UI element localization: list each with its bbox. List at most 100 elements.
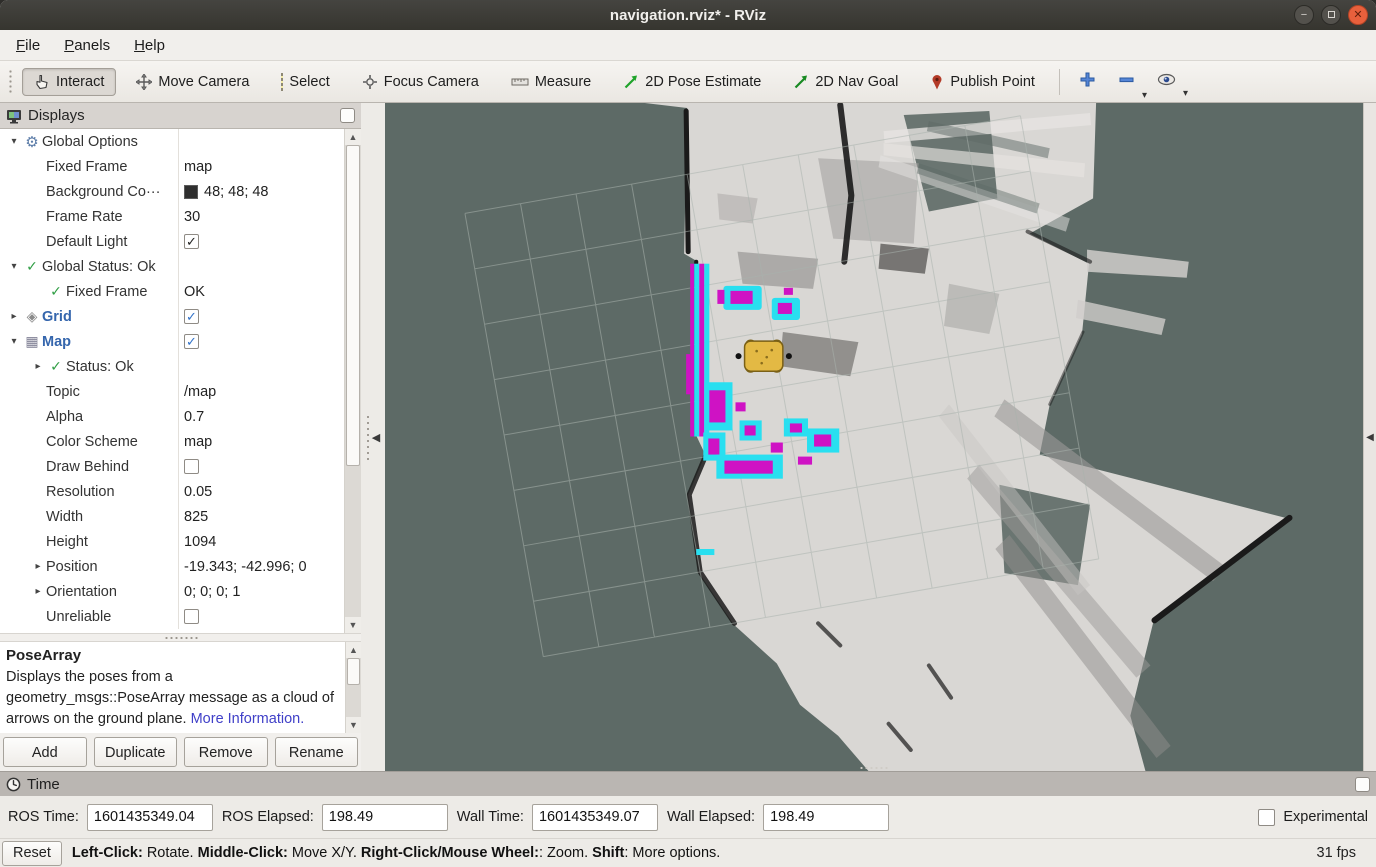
menu-item-panels[interactable]: Panels xyxy=(54,33,120,58)
tool-zoom-in[interactable] xyxy=(1071,67,1104,97)
tool-move-camera[interactable]: Move Camera xyxy=(124,68,261,96)
tree-row-fixed-frame[interactable]: Fixed Framemap xyxy=(0,154,344,179)
property-value-cell[interactable] xyxy=(178,604,344,629)
tree-row-position[interactable]: ▸Position-19.343; -42.996; 0 xyxy=(0,554,344,579)
checkbox-checked[interactable]: ✓ xyxy=(184,309,199,324)
tool-2d-nav-goal[interactable]: 2D Nav Goal xyxy=(781,68,910,96)
desc-scrollbar-thumb[interactable] xyxy=(347,658,360,685)
property-value-cell[interactable]: ✓ xyxy=(178,304,344,329)
tool-publish-point[interactable]: Publish Point xyxy=(918,68,1047,96)
tool-select[interactable]: Select xyxy=(269,68,341,96)
desc-scrollbar-track[interactable] xyxy=(346,658,361,717)
tool-measure[interactable]: Measure xyxy=(499,68,603,96)
property-value-cell[interactable]: 1094 xyxy=(178,529,344,554)
3d-viewport[interactable] xyxy=(385,103,1363,771)
tool-zoom-out[interactable]: ▾ xyxy=(1110,67,1143,97)
property-value-cell[interactable]: 0; 0; 0; 1 xyxy=(178,579,344,604)
property-value-cell[interactable]: 30 xyxy=(178,204,344,229)
property-value-cell[interactable]: OK xyxy=(178,279,344,304)
wall-time-input[interactable] xyxy=(532,804,658,831)
tool-camera-type[interactable]: ▾ xyxy=(1149,69,1184,95)
checkbox-checked[interactable]: ✓ xyxy=(184,234,199,249)
tree-row-resolution[interactable]: Resolution0.05 xyxy=(0,479,344,504)
tree-row-fixed-frame[interactable]: ✓Fixed FrameOK xyxy=(0,279,344,304)
tool-interact[interactable]: Interact xyxy=(22,68,116,96)
property-value-cell[interactable] xyxy=(178,129,344,154)
tree-row-grid[interactable]: ▸◈Grid✓ xyxy=(0,304,344,329)
expander-open-icon[interactable]: ▾ xyxy=(6,261,22,272)
menu-item-help[interactable]: Help xyxy=(124,33,175,58)
add-button[interactable]: Add xyxy=(3,737,87,767)
desc-scroll-up-icon[interactable]: ▲ xyxy=(346,642,361,658)
tree-row-width[interactable]: Width825 xyxy=(0,504,344,529)
property-value-cell[interactable]: -19.343; -42.996; 0 xyxy=(178,554,344,579)
tree-row-global-options[interactable]: ▾⚙Global Options xyxy=(0,129,344,154)
experimental-checkbox[interactable] xyxy=(1258,809,1275,826)
toolbar-drag-handle[interactable] xyxy=(8,69,14,95)
expander-closed-icon[interactable]: ▸ xyxy=(6,311,22,322)
property-value-cell[interactable]: 48; 48; 48 xyxy=(178,179,344,204)
description-scrollbar[interactable]: ▲ ▼ xyxy=(345,642,361,733)
time-float-button[interactable] xyxy=(1355,777,1370,792)
property-value-cell[interactable]: /map xyxy=(178,379,344,404)
description-splitter[interactable] xyxy=(0,633,361,641)
tree-row-frame-rate[interactable]: Frame Rate30 xyxy=(0,204,344,229)
displays-scrollbar[interactable]: ▲ ▼ xyxy=(344,129,361,633)
wall-elapsed-input[interactable] xyxy=(763,804,889,831)
close-button[interactable]: ✕ xyxy=(1348,5,1368,25)
expander-open-icon[interactable]: ▾ xyxy=(6,336,22,347)
desc-scroll-down-icon[interactable]: ▼ xyxy=(346,717,361,733)
tree-row-map[interactable]: ▾▦Map✓ xyxy=(0,329,344,354)
property-value-cell[interactable]: ✓ xyxy=(178,329,344,354)
expander-closed-icon[interactable]: ▸ xyxy=(30,561,46,572)
property-value-cell[interactable]: 0.7 xyxy=(178,404,344,429)
property-value-cell[interactable]: ✓ xyxy=(178,229,344,254)
property-value-cell[interactable] xyxy=(178,254,344,279)
tree-row-height[interactable]: Height1094 xyxy=(0,529,344,554)
duplicate-button[interactable]: Duplicate xyxy=(94,737,178,767)
checkbox-unchecked[interactable] xyxy=(184,459,199,474)
checkbox-unchecked[interactable] xyxy=(184,609,199,624)
remove-button[interactable]: Remove xyxy=(184,737,268,767)
panel-splitter[interactable]: ◀ xyxy=(361,103,385,771)
tree-row-draw-behind[interactable]: Draw Behind xyxy=(0,454,344,479)
property-value-cell[interactable] xyxy=(178,454,344,479)
property-value-cell[interactable]: map xyxy=(178,429,344,454)
tree-row-topic[interactable]: Topic/map xyxy=(0,379,344,404)
tree-row-status-ok[interactable]: ▸✓Status: Ok xyxy=(0,354,344,379)
tree-row-global-status-ok[interactable]: ▾✓Global Status: Ok xyxy=(0,254,344,279)
tree-row-orientation[interactable]: ▸Orientation0; 0; 0; 1 xyxy=(0,579,344,604)
property-value-cell[interactable]: 825 xyxy=(178,504,344,529)
scroll-up-icon[interactable]: ▲ xyxy=(345,129,361,145)
reset-button[interactable]: Reset xyxy=(2,841,62,866)
property-value-cell[interactable] xyxy=(178,354,344,379)
chevron-down-icon[interactable]: ▾ xyxy=(1183,88,1188,99)
scroll-down-icon[interactable]: ▼ xyxy=(345,617,361,633)
ros-time-input[interactable] xyxy=(87,804,213,831)
expander-closed-icon[interactable]: ▸ xyxy=(30,361,46,372)
tree-row-unreliable[interactable]: Unreliable xyxy=(0,604,344,629)
minimize-button[interactable]: − xyxy=(1294,5,1314,25)
tree-row-color-scheme[interactable]: Color Schememap xyxy=(0,429,344,454)
more-information-link[interactable]: More Information. xyxy=(191,711,305,727)
displays-float-button[interactable] xyxy=(340,108,355,123)
collapsed-views-panel-handle[interactable]: ◀ xyxy=(1363,103,1376,771)
collapse-left-icon[interactable]: ◀ xyxy=(372,431,380,444)
rename-button[interactable]: Rename xyxy=(275,737,359,767)
viewport-splitter-dots[interactable] xyxy=(859,766,889,770)
expander-closed-icon[interactable]: ▸ xyxy=(30,586,46,597)
expander-open-icon[interactable]: ▾ xyxy=(6,136,22,147)
menu-item-file[interactable]: File xyxy=(6,33,50,58)
scrollbar-thumb[interactable] xyxy=(346,145,360,466)
tool-2d-pose-estimate[interactable]: 2D Pose Estimate xyxy=(611,68,773,96)
checkbox-checked[interactable]: ✓ xyxy=(184,334,199,349)
property-value-cell[interactable]: map xyxy=(178,154,344,179)
tree-row-background-co[interactable]: Background Co···48; 48; 48 xyxy=(0,179,344,204)
ros-elapsed-input[interactable] xyxy=(322,804,448,831)
property-value-cell[interactable]: 0.05 xyxy=(178,479,344,504)
maximize-button[interactable] xyxy=(1321,5,1341,25)
tree-row-alpha[interactable]: Alpha0.7 xyxy=(0,404,344,429)
scrollbar-track[interactable] xyxy=(345,145,361,617)
chevron-down-icon[interactable]: ▾ xyxy=(1142,90,1147,101)
tool-focus-camera[interactable]: Focus Camera xyxy=(350,68,491,96)
